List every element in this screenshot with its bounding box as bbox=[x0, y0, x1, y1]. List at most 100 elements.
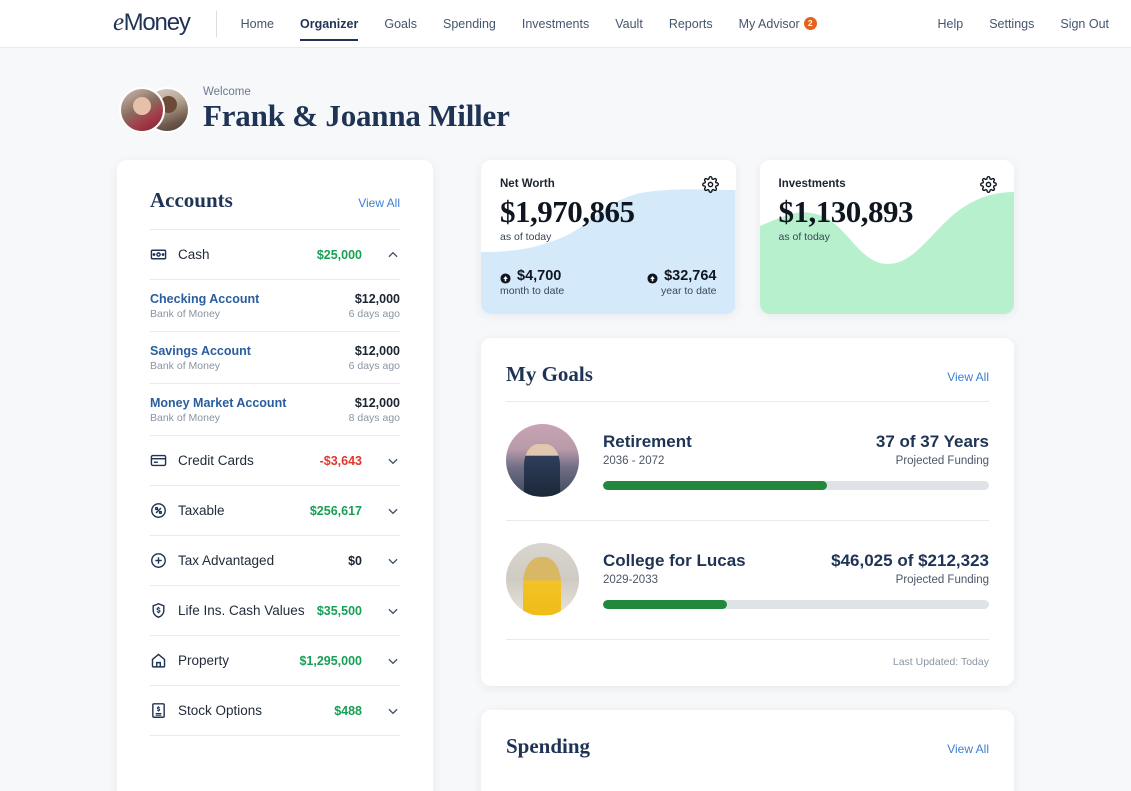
account-item-name[interactable]: Checking Account bbox=[150, 292, 259, 306]
page-title: Frank & Joanna Miller bbox=[203, 98, 510, 133]
plus-circle-icon bbox=[150, 552, 167, 569]
goal-date-range: 2029-2033 bbox=[603, 573, 658, 586]
spending-view-all-link[interactable]: View All bbox=[947, 742, 989, 756]
account-group-row[interactable]: Taxable $256,617 bbox=[150, 486, 400, 535]
chevron-up-icon[interactable] bbox=[386, 248, 400, 262]
nav-link-label: Investments bbox=[521, 16, 590, 31]
home-icon bbox=[150, 652, 167, 669]
account-item-row[interactable]: Checking Account $12,000 Bank of Money 6 da… bbox=[150, 280, 400, 331]
cash-icon bbox=[150, 246, 167, 263]
account-item-name[interactable]: Savings Account bbox=[150, 344, 251, 358]
accounts-view-all-link[interactable]: View All bbox=[358, 196, 400, 210]
account-group-name: Cash bbox=[178, 247, 210, 263]
accounts-card: Accounts View All Cash $25,000 Checking Ac… bbox=[117, 160, 433, 791]
goal-name: College for Lucas bbox=[603, 550, 746, 570]
account-group-row[interactable]: Life Ins. Cash Values $35,500 bbox=[150, 586, 400, 635]
stock-document-icon bbox=[150, 702, 167, 719]
investments-as-of: as of today bbox=[778, 230, 830, 243]
chevron-down-icon[interactable] bbox=[386, 704, 400, 718]
goal-row[interactable]: Retirement 37 of 37 Years 2036 - 2072 Proje… bbox=[506, 402, 989, 520]
percent-circle-icon bbox=[150, 502, 167, 519]
net-worth-card[interactable]: Net Worth $1,970,865 as of today $4,700 m… bbox=[481, 160, 736, 315]
net-worth-stat-label: year to date bbox=[661, 285, 717, 298]
nav-link-help[interactable]: Help bbox=[937, 0, 963, 48]
account-group-name: Property bbox=[178, 653, 230, 669]
gear-icon[interactable] bbox=[701, 176, 719, 194]
account-group-name: Life Ins. Cash Values bbox=[178, 603, 305, 619]
arrow-up-circle-icon bbox=[647, 271, 658, 284]
nav-link-spending[interactable]: Spending bbox=[443, 0, 496, 48]
nav-divider bbox=[215, 10, 217, 37]
account-item-institution: Bank of Money bbox=[150, 360, 221, 373]
arrow-up-circle-icon bbox=[500, 271, 511, 284]
goal-progress-fill bbox=[603, 480, 827, 490]
account-group-row[interactable]: Property $1,295,000 bbox=[150, 636, 400, 685]
logo-money: Money bbox=[123, 9, 191, 36]
spending-header: Spending View All bbox=[506, 710, 989, 759]
account-item-institution: Bank of Money bbox=[150, 308, 221, 321]
nav-link-home[interactable]: Home bbox=[241, 0, 274, 48]
account-item-amount: $12,000 bbox=[354, 344, 400, 359]
net-worth-stat-value: $32,764 bbox=[664, 268, 717, 285]
nav-link-investments[interactable]: Investments bbox=[522, 0, 589, 48]
account-group-row[interactable]: Stock Options $488 bbox=[150, 686, 400, 735]
investments-card[interactable]: Investments $1,130,893 as of today bbox=[759, 160, 1015, 315]
net-worth-stats: $4,700 month to date $32,764 year to date bbox=[500, 268, 717, 297]
net-worth-value: $1,970,865 bbox=[500, 194, 635, 230]
nav-link-sign-out[interactable]: Sign Out bbox=[1060, 0, 1109, 48]
my-goals-card: My Goals View All Retirement 37 of 37 Yea… bbox=[481, 338, 1014, 687]
logo-e: e bbox=[113, 9, 124, 36]
account-item-updated: 8 days ago bbox=[348, 412, 400, 425]
account-group-name: Stock Options bbox=[178, 703, 263, 719]
account-item-name[interactable]: Money Market Account bbox=[150, 396, 286, 410]
chevron-down-icon[interactable] bbox=[386, 604, 400, 618]
account-group-amount: $0 bbox=[348, 553, 362, 568]
nav-link-vault[interactable]: Vault bbox=[615, 0, 643, 48]
divider bbox=[150, 735, 400, 737]
top-navigation-bar: eMoney Home Organizer Goals Spending Investm… bbox=[0, 0, 1131, 48]
nav-link-goals[interactable]: Goals bbox=[384, 0, 417, 48]
account-group-row[interactable]: Cash $25,000 bbox=[150, 230, 400, 279]
account-group-amount: $25,000 bbox=[316, 247, 362, 262]
welcome-label: Welcome bbox=[203, 86, 251, 98]
nav-link-settings[interactable]: Settings bbox=[989, 0, 1034, 48]
nav-link-label: Home bbox=[240, 16, 274, 31]
account-item-row[interactable]: Money Market Account $12,000 Bank of Money… bbox=[150, 384, 400, 435]
nav-link-organizer[interactable]: Organizer bbox=[300, 0, 359, 48]
shield-dollar-icon bbox=[150, 602, 167, 619]
right-column: Net Worth $1,970,865 as of today $4,700 m… bbox=[481, 160, 1014, 791]
emoney-logo[interactable]: eMoney bbox=[113, 9, 191, 37]
nav-link-reports[interactable]: Reports bbox=[669, 0, 713, 48]
goal-amount: 37 of 37 Years bbox=[875, 431, 989, 451]
account-item-row[interactable]: Savings Account $12,000 Bank of Money 6 day… bbox=[150, 332, 400, 383]
gear-icon[interactable] bbox=[980, 176, 997, 194]
investments-title: Investments bbox=[778, 178, 846, 191]
investments-content: Investments $1,130,893 as of today bbox=[760, 160, 1015, 314]
nav-link-label: Spending bbox=[443, 16, 496, 31]
goal-row[interactable]: College for Lucas $46,025 of $212,323 2029… bbox=[506, 521, 989, 639]
goals-view-all-link[interactable]: View All bbox=[947, 370, 989, 384]
account-item-institution: Bank of Money bbox=[150, 412, 221, 425]
chevron-down-icon[interactable] bbox=[386, 654, 400, 668]
nav-link-label: My Advisor bbox=[738, 16, 800, 31]
primary-nav-links: Home Organizer Goals Spending Investments Vau… bbox=[241, 0, 817, 48]
account-group-row[interactable]: Credit Cards -$3,643 bbox=[150, 436, 400, 485]
goal-progress-bar bbox=[603, 599, 989, 609]
account-group-row[interactable]: Tax Advantaged $0 bbox=[150, 536, 400, 585]
nav-badge-count: 2 bbox=[803, 17, 817, 30]
account-group-name: Credit Cards bbox=[178, 453, 254, 469]
account-item-amount: $12,000 bbox=[354, 396, 400, 411]
chevron-down-icon[interactable] bbox=[386, 554, 400, 568]
goal-avatar bbox=[506, 424, 579, 498]
goal-funding-label: Projected Funding bbox=[895, 573, 989, 586]
chevron-down-icon[interactable] bbox=[386, 454, 400, 468]
nav-link-label: Goals bbox=[384, 16, 418, 31]
goal-funding-label: Projected Funding bbox=[895, 454, 989, 467]
nav-link-my-advisor[interactable]: My Advisor 2 bbox=[739, 0, 817, 48]
account-item-updated: 6 days ago bbox=[348, 360, 400, 373]
account-group-name: Tax Advantaged bbox=[178, 553, 275, 569]
avatar-group bbox=[119, 86, 190, 133]
chevron-down-icon[interactable] bbox=[386, 504, 400, 518]
net-worth-stat: $4,700 month to date bbox=[500, 268, 564, 297]
account-group-amount: $256,617 bbox=[309, 503, 362, 518]
